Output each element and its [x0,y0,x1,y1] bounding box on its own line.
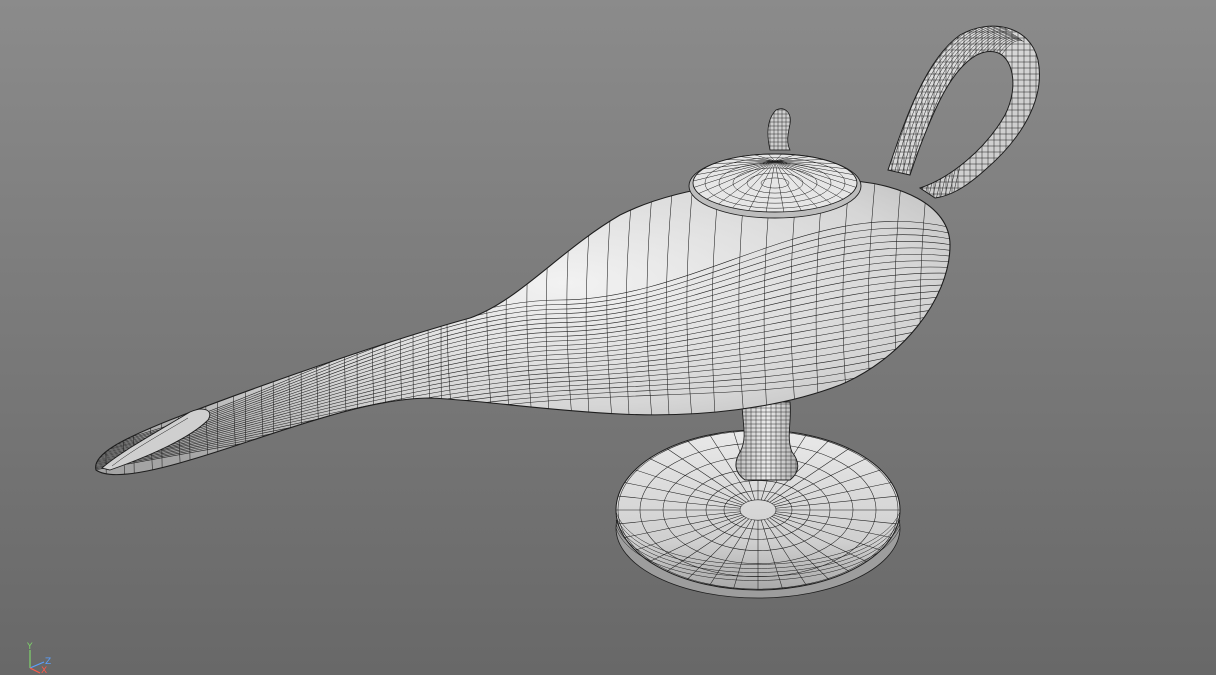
y-axis-label: Y [26,642,33,652]
axis-gizmo: Y Z X [26,642,51,674]
3d-viewport[interactable]: Y Z X [0,0,1216,675]
x-axis-line [29,667,41,674]
x-axis-label: X [41,666,47,674]
lid-finial[interactable] [762,106,795,152]
lamp-handle[interactable] [880,18,1045,205]
scene-canvas[interactable] [0,0,1216,675]
lamp-lid[interactable] [685,151,865,219]
